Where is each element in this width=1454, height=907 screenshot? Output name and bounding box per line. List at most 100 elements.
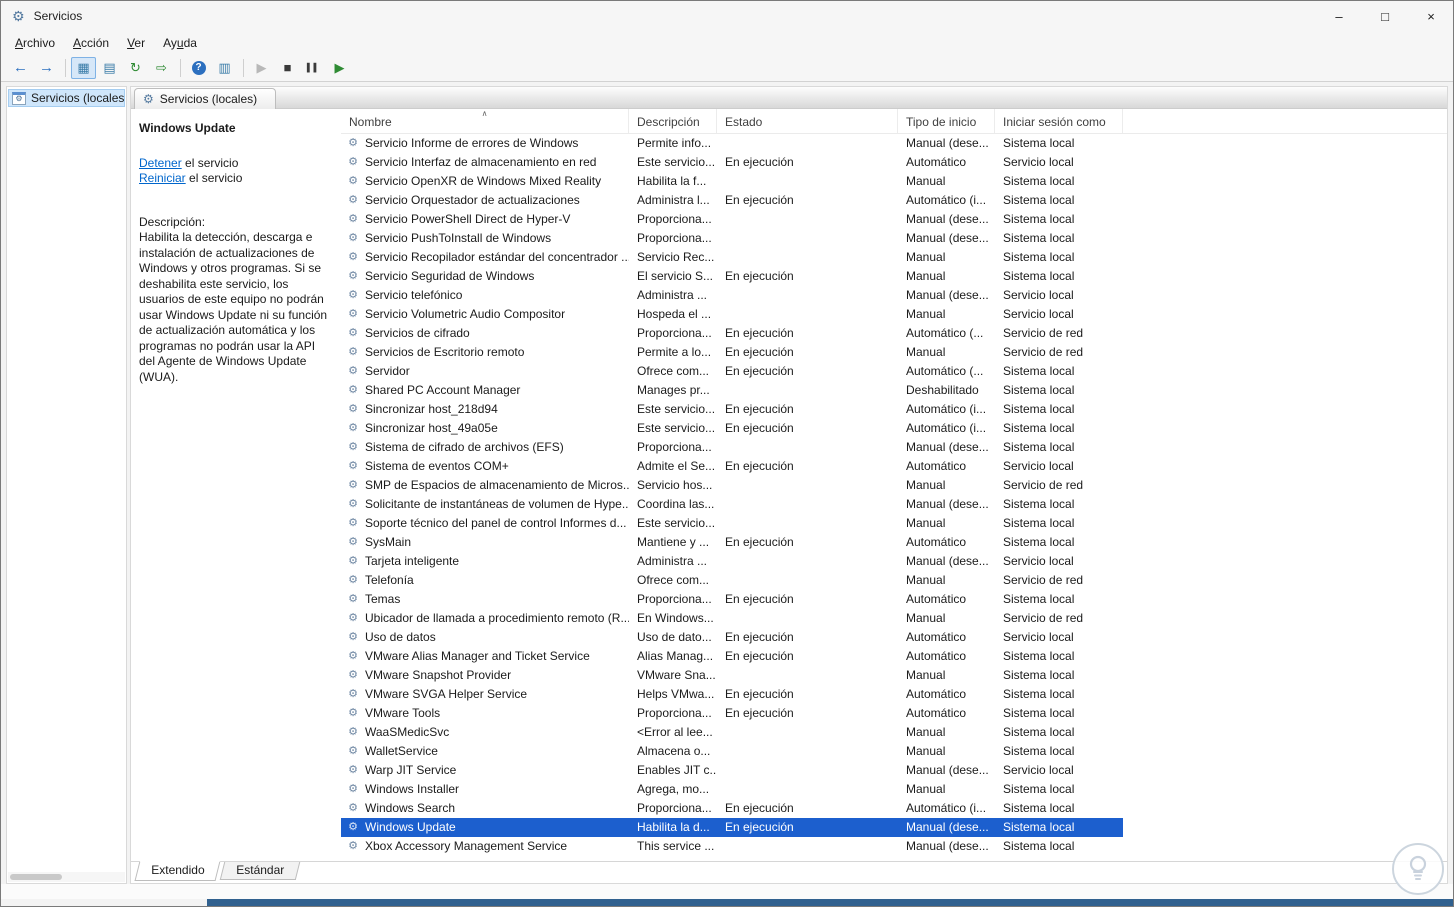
table-row[interactable]: ⚙ Servicio telefónico Administra ... Manual…: [341, 286, 1123, 305]
cell-name: ⚙ Servicio PushToInstall de Windows: [341, 229, 629, 248]
show-console-tree-button[interactable]: ▦: [71, 56, 96, 79]
table-row[interactable]: ⚙ SMP de Espacios de almacenamiento de Mi…: [341, 476, 1123, 495]
table-row[interactable]: ⚙ Sistema de eventos COM+ Admite el Se... E…: [341, 457, 1123, 476]
stop-service-link[interactable]: Detener: [139, 156, 182, 170]
cell-sesion: Sistema local: [1003, 174, 1075, 188]
table-row[interactable]: ⚙ Servicio PowerShell Direct de Hyper-V Pr…: [341, 210, 1123, 229]
cell-inicio: Manual (dese...: [906, 763, 989, 777]
service-name-text: Solicitante de instantáneas de volumen d…: [365, 497, 629, 511]
table-row[interactable]: ⚙ VMware Alias Manager and Ticket Service…: [341, 647, 1123, 666]
service-gear-icon: ⚙: [348, 498, 358, 510]
cell-name: ⚙ VMware Alias Manager and Ticket Service: [341, 647, 629, 666]
table-row[interactable]: ⚙ Telefonía Ofrece com... Manual Servicio de…: [341, 571, 1123, 590]
help-button[interactable]: ?: [186, 57, 211, 79]
cell-name: ⚙ WaaSMedicSvc: [341, 723, 629, 742]
cell-inicio: Manual (dese...: [906, 212, 989, 226]
tab-extendido[interactable]: Extendido: [134, 861, 221, 881]
forward-button[interactable]: →: [34, 57, 59, 79]
table-row[interactable]: ⚙ VMware Tools Proporciona... En ejecución A…: [341, 704, 1123, 723]
cell-name: ⚙ Servicios de cifrado: [341, 324, 629, 343]
column-header-descripcion[interactable]: Descripción: [629, 109, 717, 133]
table-row[interactable]: ⚙ Tarjeta inteligente Administra ... Manual…: [341, 552, 1123, 571]
table-row[interactable]: ⚙ Servicio Recopilador estándar del conce…: [341, 248, 1123, 267]
table-row[interactable]: ⚙ Sincronizar host_218d94 Este servicio...…: [341, 400, 1123, 419]
cell-inicio: Manual (dese...: [906, 440, 989, 454]
table-row[interactable]: ⚙ VMware SVGA Helper Service Helps VMwa...…: [341, 685, 1123, 704]
table-row[interactable]: ⚙ Sistema de cifrado de archivos (EFS) Pro…: [341, 438, 1123, 457]
panel-tab-servicios-locales[interactable]: ⚙ Servicios (locales): [134, 88, 277, 109]
toolbar-separator: [243, 58, 244, 77]
show-action-pane-button[interactable]: ▥: [212, 57, 237, 79]
maximize-button[interactable]: □: [1362, 0, 1408, 32]
cell-name: ⚙ Tarjeta inteligente: [341, 552, 629, 571]
table-row[interactable]: ⚙ SysMain Mantiene y ... En ejecución Automá…: [341, 533, 1123, 552]
service-name-text: Shared PC Account Manager: [365, 383, 521, 397]
pause-service-button[interactable]: ▌▌: [301, 57, 326, 79]
table-row[interactable]: ⚙ Windows Update Habilita la d... En ejecuc…: [341, 818, 1123, 837]
menu-ayuda[interactable]: Ayuda: [154, 34, 206, 52]
table-row[interactable]: ⚙ Servicio Orquestador de actualizaciones…: [341, 191, 1123, 210]
table-row[interactable]: ⚙ Uso de datos Uso de dato... En ejecución A…: [341, 628, 1123, 647]
service-name-text: Servicio Orquestador de actualizaciones: [365, 193, 580, 207]
tab-estandar[interactable]: Estándar: [220, 862, 301, 880]
table-row[interactable]: ⚙ Sincronizar host_49a05e Este servicio...…: [341, 419, 1123, 438]
column-header-tipo-de-inicio[interactable]: Tipo de inicio: [898, 109, 995, 133]
cell-name: ⚙ Servicio PowerShell Direct de Hyper-V: [341, 210, 629, 229]
start-service-button[interactable]: ▶: [249, 57, 274, 79]
table-row[interactable]: ⚙ Warp JIT Service Enables JIT c... Manual …: [341, 761, 1123, 780]
table-row[interactable]: ⚙ Servicio Interfaz de almacenamiento en …: [341, 153, 1123, 172]
restart-service-link[interactable]: Reiniciar: [139, 171, 186, 185]
cell-sesion: Sistema local: [1003, 440, 1075, 454]
tree-horizontal-scrollbar[interactable]: [8, 872, 125, 882]
column-header-nombre[interactable]: ∧ Nombre: [341, 109, 629, 133]
services-app-icon: ⚙: [12, 7, 25, 24]
table-row[interactable]: ⚙ Servicios de Escritorio remoto Permite a…: [341, 343, 1123, 362]
table-row[interactable]: ⚙ Soporte técnico del panel de control In…: [341, 514, 1123, 533]
cell-sesion: Sistema local: [1003, 668, 1075, 682]
refresh-button[interactable]: ↻: [123, 57, 148, 79]
table-row[interactable]: ⚙ Servicio PushToInstall de Windows Propor…: [341, 229, 1123, 248]
cell-desc: Helps VMwa...: [637, 687, 715, 701]
table-row[interactable]: ⚙ VMware Snapshot Provider VMware Sna... Ma…: [341, 666, 1123, 685]
panel-body: Windows Update Detener el servicio Reini…: [131, 109, 1447, 861]
table-row[interactable]: ⚙ WaaSMedicSvc <Error al lee... Manual Siste…: [341, 723, 1123, 742]
table-row[interactable]: ⚙ Servicio Seguridad de Windows El servici…: [341, 267, 1123, 286]
table-row[interactable]: ⚙ Ubicador de llamada a procedimiento rem…: [341, 609, 1123, 628]
cell-desc: Enables JIT c...: [637, 763, 717, 777]
back-icon: ←: [13, 59, 28, 76]
scrollbar-thumb[interactable]: [10, 874, 62, 880]
table-row[interactable]: ⚙ Servicio OpenXR de Windows Mixed Realit…: [341, 172, 1123, 191]
close-button[interactable]: ×: [1408, 0, 1454, 32]
table-row[interactable]: ⚙ Servidor Ofrece com... En ejecución Automá…: [341, 362, 1123, 381]
table-row[interactable]: ⚙ Shared PC Account Manager Manages pr... D…: [341, 381, 1123, 400]
table-row[interactable]: ⚙ WalletService Almacena o... Manual Sistema…: [341, 742, 1123, 761]
restart-service-button[interactable]: ▶: [327, 57, 352, 79]
tree-item-servicios-locales[interactable]: ⚙ Servicios (locales): [8, 89, 125, 107]
table-row[interactable]: ⚙ Solicitante de instantáneas de volumen …: [341, 495, 1123, 514]
cell-inicio: Manual: [906, 269, 946, 283]
export-list-button[interactable]: ⇨: [149, 57, 174, 79]
table-row[interactable]: ⚙ Windows Installer Agrega, mo... Manual Sis…: [341, 780, 1123, 799]
menu-accion[interactable]: Acción: [64, 34, 118, 52]
table-row[interactable]: ⚙ Servicio Volumetric Audio Compositor Hos…: [341, 305, 1123, 324]
table-row[interactable]: ⚙ Servicio Informe de errores de Windows P…: [341, 134, 1123, 153]
stop-service-button[interactable]: ■: [275, 57, 300, 79]
cell-inicio: Automático: [906, 706, 967, 720]
column-header-estado[interactable]: Estado: [717, 109, 898, 133]
table-row[interactable]: ⚙ Servicios de cifrado Proporciona... En ej…: [341, 324, 1123, 343]
column-header-iniciar-sesion-como[interactable]: Iniciar sesión como: [995, 109, 1123, 133]
table-row[interactable]: ⚙ Temas Proporciona... En ejecución Automáti…: [341, 590, 1123, 609]
stop-service-line: Detener el servicio: [139, 156, 239, 170]
minimize-button[interactable]: –: [1316, 0, 1362, 32]
back-button[interactable]: ←: [8, 57, 33, 79]
cell-inicio: Manual: [906, 250, 946, 264]
menu-archivo[interactable]: Archivo: [6, 34, 64, 52]
restart-service-icon: ▶: [334, 60, 345, 75]
menu-ver[interactable]: Ver: [118, 34, 154, 52]
cell-name: ⚙ Soporte técnico del panel de control In…: [341, 514, 629, 533]
service-name-text: Servicio PushToInstall de Windows: [365, 231, 552, 245]
table-row[interactable]: ⚙ Windows Search Proporciona... En ejecució…: [341, 799, 1123, 818]
properties-button[interactable]: ▤: [97, 57, 122, 79]
table-row[interactable]: ⚙ Xbox Accessory Management Service This s…: [341, 837, 1123, 856]
lightbulb-icon: [1409, 855, 1427, 880]
